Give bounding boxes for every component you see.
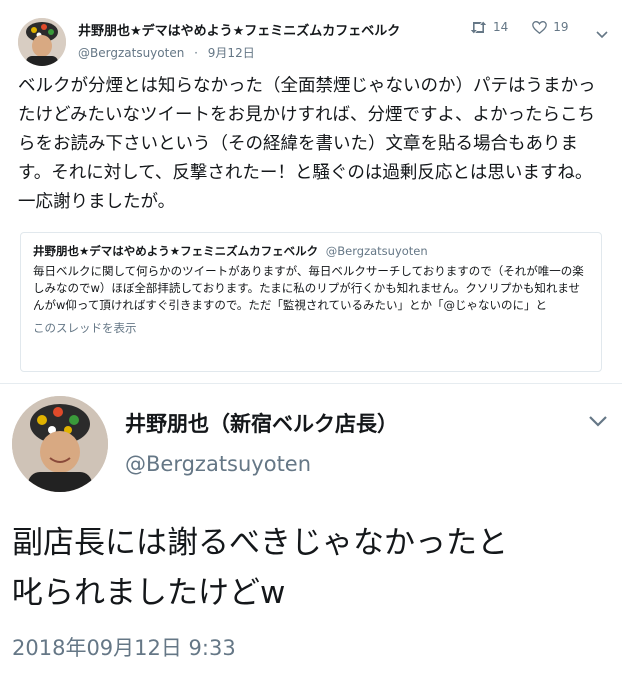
handle[interactable]: @Bergzatsuyoten: [78, 46, 184, 60]
display-name[interactable]: 井野朋也★デマはやめよう★フェミニズムカフェベルク: [78, 20, 458, 39]
retweet-icon: [470, 21, 487, 33]
avatar[interactable]: [18, 18, 66, 66]
top-tweet: 井野朋也★デマはやめよう★フェミニズムカフェベルク @Bergzatsuyote…: [0, 0, 622, 383]
chevron-down-icon: [596, 31, 608, 39]
chevron-down-icon: [589, 416, 607, 427]
like-button[interactable]: 19: [532, 20, 569, 34]
quoted-display-name: 井野朋也★デマはやめよう★フェミニズムカフェベルク: [33, 244, 319, 258]
divider: [0, 383, 622, 384]
more-button-large[interactable]: [588, 412, 608, 431]
tweet-text-line2: 叱られましたけどw: [12, 575, 286, 611]
quoted-handle: @Bergzatsuyoten: [325, 244, 428, 258]
tweet-text: ベルクが分煙とは知らなかった（全面禁煙じゃないのか）パテはうまかったけどみたいな…: [18, 76, 596, 212]
display-name-large[interactable]: 井野朋也（新宿ベルク店長）: [125, 408, 398, 438]
handle-large[interactable]: @Bergzatsuyoten: [125, 452, 311, 476]
avatar-large[interactable]: [12, 396, 108, 492]
retweet-count: 14: [493, 20, 509, 34]
like-count: 19: [553, 20, 569, 34]
heart-icon: [532, 20, 548, 34]
tweet-text-large: 副店長には謝るべきじゃなかったと 叱られましたけどw: [12, 518, 612, 618]
tweet-timestamp[interactable]: 2018年09月12日 9:33: [12, 632, 236, 662]
more-button[interactable]: [596, 24, 608, 43]
tweet-text-line1: 副店長には謝るべきじゃなかったと: [12, 525, 508, 561]
quoted-text: 毎日ベルクに関して何らかのツイートがありますが、毎日ベルクサーチしておりますので…: [33, 264, 584, 312]
quoted-tweet[interactable]: 井野朋也★デマはやめよう★フェミニズムカフェベルク @Bergzatsuyote…: [20, 232, 602, 372]
show-thread-link[interactable]: このスレッドを表示: [33, 320, 589, 336]
separator-dot: ·: [194, 46, 198, 60]
tweet-date[interactable]: 9月12日: [208, 46, 255, 60]
retweet-button[interactable]: 14: [470, 20, 508, 34]
